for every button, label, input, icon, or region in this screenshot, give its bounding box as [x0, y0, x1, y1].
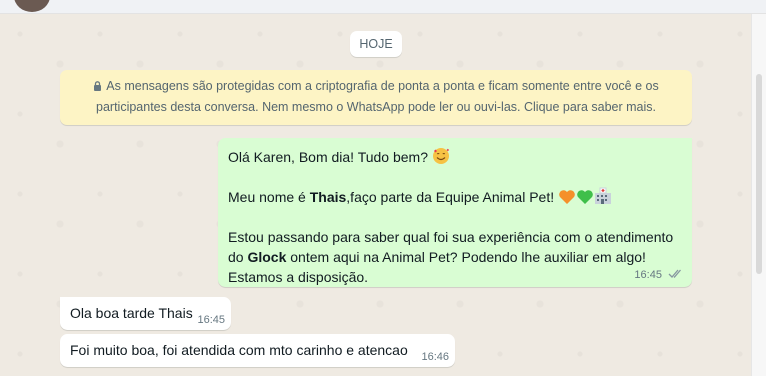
message-text: ontem aqui na Animal Pet? Podendo lhe au… — [286, 249, 646, 265]
message-line: Estou passando para saber qual foi sua e… — [228, 229, 674, 245]
green-heart-icon — [577, 190, 593, 204]
chat-header — [0, 0, 766, 14]
encryption-notice-line2: participantes desta conversa. Nem mesmo … — [96, 100, 656, 114]
message-line: Estamos a disposição. — [228, 269, 369, 285]
message-text: do — [228, 249, 248, 265]
message-line: Olá Karen, Bom dia! Tudo bem? — [228, 149, 428, 165]
message-text: Foi muito boa, foi atendida com mto cari… — [70, 342, 408, 358]
hospital-icon — [595, 187, 611, 204]
message-text: ,faço parte da Equipe Animal Pet! — [346, 189, 555, 205]
outgoing-message[interactable]: Olá Karen, Bom dia! Tudo bem? Meu nome é… — [218, 138, 692, 287]
message-meta: 16:45 — [634, 268, 684, 281]
message-time: 16:46 — [421, 351, 449, 363]
incoming-message[interactable]: Ola boa tarde Thais 16:45 — [60, 297, 231, 330]
double-check-icon — [668, 269, 681, 278]
avatar[interactable] — [14, 0, 50, 12]
scrollbar-thumb[interactable] — [756, 74, 762, 274]
incoming-message[interactable]: Foi muito boa, foi atendida com mto cari… — [60, 334, 455, 367]
encryption-notice-line1: As mensagens são protegidas com a cripto… — [106, 79, 659, 93]
orange-heart-icon — [559, 190, 575, 204]
message-bold-name: Thais — [309, 189, 347, 205]
smiling-face-with-hearts-icon — [432, 148, 449, 164]
scrollbar[interactable] — [751, 14, 766, 376]
message-bold-pet-name: Glock — [247, 249, 287, 265]
date-divider: HOJE — [350, 31, 402, 57]
message-time: 16:45 — [634, 269, 662, 281]
message-time: 16:45 — [197, 314, 225, 326]
message-text: Meu nome é — [228, 189, 310, 205]
lock-icon — [94, 81, 102, 91]
encryption-notice[interactable]: As mensagens são protegidas com a cripto… — [60, 70, 692, 125]
message-text: Ola boa tarde Thais — [70, 305, 193, 321]
